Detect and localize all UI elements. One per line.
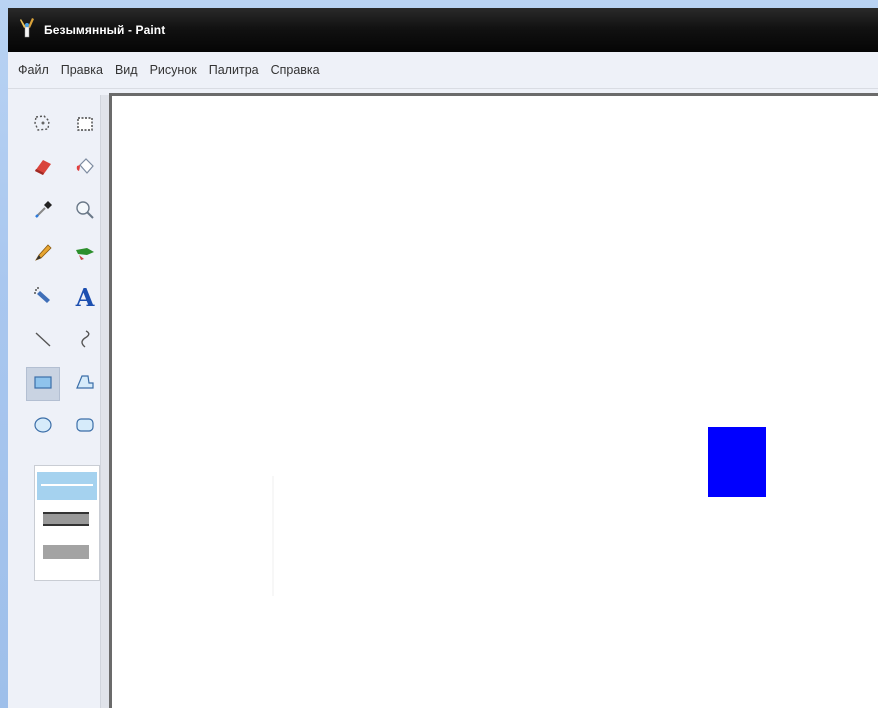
line-icon: [32, 328, 54, 355]
airbrush-icon: [32, 285, 54, 312]
fill-style-outline-option[interactable]: [37, 472, 97, 500]
tool-rounded-rectangle[interactable]: [68, 410, 102, 444]
menu-edit[interactable]: Правка: [55, 59, 109, 81]
brush-icon: [74, 242, 96, 269]
tool-airbrush[interactable]: [26, 281, 60, 315]
menu-view[interactable]: Вид: [109, 59, 144, 81]
toolbox: A: [16, 95, 100, 708]
tool-pick-color[interactable]: [26, 195, 60, 229]
ellipse-icon: [32, 414, 54, 441]
fill-bucket-icon: [74, 156, 96, 183]
faint-mark: [272, 476, 274, 596]
menu-file[interactable]: Файл: [12, 59, 55, 81]
magnifier-icon: [74, 199, 96, 226]
client-area: A: [8, 89, 878, 708]
tool-magnifier[interactable]: [68, 195, 102, 229]
rectangle-icon: [32, 371, 54, 398]
rounded-rectangle-icon: [74, 414, 96, 441]
tool-brush[interactable]: [68, 238, 102, 272]
tool-pencil[interactable]: [26, 238, 60, 272]
blue-rectangle-shape[interactable]: [708, 427, 766, 497]
pencil-icon: [32, 242, 54, 269]
tool-curve[interactable]: [68, 324, 102, 358]
fill-style-filled-outline-option[interactable]: [37, 510, 97, 530]
tool-free-select[interactable]: [26, 109, 60, 143]
menu-help[interactable]: Справка: [265, 59, 326, 81]
fill-style-filled-option[interactable]: [37, 542, 97, 562]
title-bar[interactable]: Безымянный - Paint: [8, 8, 878, 52]
tool-options-box: [34, 465, 100, 581]
tool-fill[interactable]: [68, 152, 102, 186]
menu-colors[interactable]: Палитра: [203, 59, 265, 81]
eraser-icon: [32, 156, 54, 183]
menu-bar: Файл Правка Вид Рисунок Палитра Справка: [8, 52, 878, 89]
tool-text[interactable]: A: [68, 281, 102, 315]
polygon-icon: [74, 371, 96, 398]
curve-icon: [74, 328, 96, 355]
text-icon: A: [75, 283, 95, 312]
tool-rectangle[interactable]: [26, 367, 60, 401]
window-title: Безымянный - Paint: [44, 23, 166, 37]
menu-image[interactable]: Рисунок: [144, 59, 203, 81]
paint-app-icon: [8, 17, 44, 44]
rectangle-select-icon: [74, 113, 96, 140]
drawing-canvas[interactable]: [109, 93, 878, 708]
tool-line[interactable]: [26, 324, 60, 358]
tool-rect-select[interactable]: [68, 109, 102, 143]
tool-eraser[interactable]: [26, 152, 60, 186]
free-form-select-icon: [32, 113, 54, 140]
tool-polygon[interactable]: [68, 367, 102, 401]
color-picker-icon: [32, 199, 54, 226]
paint-window: Безымянный - Paint Файл Правка Вид Рисун…: [8, 8, 878, 708]
tool-ellipse[interactable]: [26, 410, 60, 444]
